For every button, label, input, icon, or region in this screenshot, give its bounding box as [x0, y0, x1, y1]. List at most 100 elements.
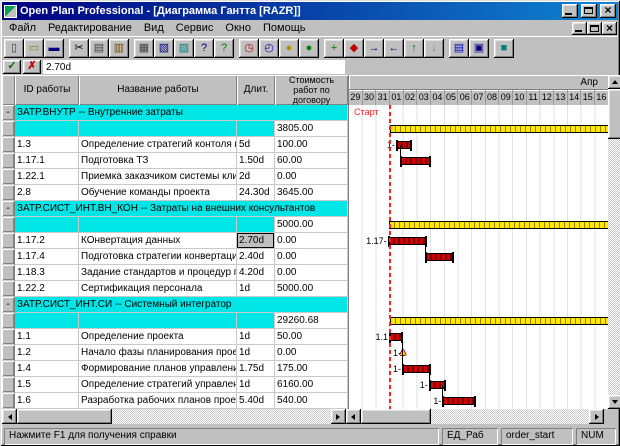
collapse-toggle[interactable]: -	[2, 105, 15, 121]
cell-cost[interactable]: 0.00	[275, 265, 348, 281]
cell-cost[interactable]: 5000.00	[275, 281, 348, 297]
cell-duration[interactable]: 5d	[237, 137, 275, 153]
cell-cost[interactable]: 0.00	[275, 345, 348, 361]
cell-cost[interactable]: 3805.00	[275, 121, 348, 137]
cell-cost[interactable]: 0.00	[275, 169, 348, 185]
cell-cost[interactable]: 175.00	[275, 361, 348, 377]
cell-cost[interactable]: 0.00	[275, 233, 348, 249]
column-header-duration[interactable]: Длит.	[237, 75, 275, 105]
toolbar-move-down-button[interactable]: ↓	[424, 39, 444, 58]
toolbar-open-file-button[interactable]: ▭	[24, 39, 44, 58]
toolbar-save-file-button[interactable]: ▬	[44, 39, 64, 58]
cell-duration[interactable]	[237, 313, 275, 329]
cell-name[interactable]	[79, 121, 237, 137]
menu-item-Редактирование[interactable]: Редактирование	[42, 21, 138, 35]
toolbar-paste-button[interactable]: ▥	[109, 39, 129, 58]
scroll-up-button[interactable]	[608, 75, 620, 89]
vertical-scroll-track[interactable]	[608, 89, 620, 395]
toolbar-screen-view-button[interactable]: ▣	[469, 39, 489, 58]
toolbar-move-up-button[interactable]: ↑	[404, 39, 424, 58]
menu-item-Файл[interactable]: Файл	[3, 21, 42, 35]
summary-bar[interactable]	[390, 317, 608, 325]
toolbar-copy-button[interactable]: ▤	[89, 39, 109, 58]
cell-cost[interactable]: 29260.68	[275, 313, 348, 329]
menu-item-Вид[interactable]: Вид	[138, 21, 170, 35]
cell-id[interactable]: 1.22.1	[15, 169, 79, 185]
menu-item-Сервис[interactable]: Сервис	[170, 21, 220, 35]
column-header-cost[interactable]: Стоимость работ по договору	[275, 75, 348, 105]
cell-duration[interactable]	[237, 217, 275, 233]
cell-name[interactable]: Разработка рабочих планов проекта	[79, 393, 237, 409]
column-header-id[interactable]: ID работы	[15, 75, 79, 105]
cell-id[interactable]: 1.22.2	[15, 281, 79, 297]
table-scroll-thumb[interactable]	[17, 409, 112, 424]
cell-id[interactable]: 1.4	[15, 361, 79, 377]
maximize-button[interactable]	[581, 4, 597, 18]
cell-id[interactable]: 1.17.1	[15, 153, 79, 169]
toolbar-new-file-button[interactable]: ▯	[4, 39, 24, 58]
cell-id[interactable]: 2.8	[15, 185, 79, 201]
cell-name[interactable]: Задание стандартов и процедур по д	[79, 265, 237, 281]
cell-id[interactable]: 1.1	[15, 329, 79, 345]
cell-name[interactable]: Определение стратегий контоля и отч	[79, 137, 237, 153]
cell-duration[interactable]: 2.40d	[237, 249, 275, 265]
cell-duration[interactable]: 4.20d	[237, 265, 275, 281]
cell-id[interactable]	[15, 217, 79, 233]
cell-name[interactable]	[79, 313, 237, 329]
cell-id[interactable]: 1.2	[15, 345, 79, 361]
cell-duration[interactable]: 1d	[237, 329, 275, 345]
toolbar-risk-analysis-button[interactable]: ●	[299, 39, 319, 58]
cell-name[interactable]: Начало фазы планирования проекта	[79, 345, 237, 361]
cell-cost[interactable]: 100.00	[275, 137, 348, 153]
cell-id[interactable]: 1.17.2	[15, 233, 79, 249]
cell-cost[interactable]: 540.00	[275, 393, 348, 409]
toolbar-indent-right-button[interactable]: →	[364, 39, 384, 58]
toolbar-outdent-left-button[interactable]: ←	[384, 39, 404, 58]
toolbar-gantt-view-button[interactable]: ▤	[449, 39, 469, 58]
menu-item-Помощь[interactable]: Помощь	[257, 21, 312, 35]
summary-bar[interactable]	[390, 125, 608, 133]
task-bar[interactable]	[403, 365, 430, 373]
toolbar-cost-analysis-button[interactable]: ●	[279, 39, 299, 58]
cell-name[interactable]: КОнвертация данных	[79, 233, 237, 249]
task-bar[interactable]	[389, 237, 426, 245]
toolbar-time-analysis-button[interactable]: ◷	[239, 39, 259, 58]
cell-duration[interactable]: 1.50d	[237, 153, 275, 169]
task-bar[interactable]	[426, 253, 453, 261]
cell-id[interactable]	[15, 313, 79, 329]
gantt-scroll-thumb[interactable]	[361, 409, 431, 424]
toolbar-cut-button[interactable]: ✂	[69, 39, 89, 58]
cell-cost[interactable]: 3645.00	[275, 185, 348, 201]
toolbar-print-preview-button[interactable]: ▧	[154, 39, 174, 58]
task-bar[interactable]	[397, 141, 411, 149]
cell-name[interactable]: Определение проекта	[79, 329, 237, 345]
cell-id[interactable]: 1.18.3	[15, 265, 79, 281]
cell-cost[interactable]: 6160.00	[275, 377, 348, 393]
cancel-edit-button[interactable]	[23, 60, 41, 74]
gantt-scroll-track[interactable]	[361, 409, 589, 424]
toolbar-add-activity-button[interactable]: +	[324, 39, 344, 58]
child-close-button[interactable]	[602, 22, 617, 35]
cell-edit-input[interactable]	[43, 60, 345, 74]
cell-id[interactable]: 1.17.4	[15, 249, 79, 265]
toolbar-link-activities-button[interactable]: ◆	[344, 39, 364, 58]
cell-name[interactable]: Обучение команды проекта	[79, 185, 237, 201]
cell-name[interactable]	[79, 217, 237, 233]
cell-id[interactable]: 1.6	[15, 393, 79, 409]
cell-cost[interactable]: 60.00	[275, 153, 348, 169]
toolbar-window-layout-button[interactable]: ■	[494, 39, 514, 58]
task-bar[interactable]	[390, 333, 402, 341]
column-header-name[interactable]: Название работы	[79, 75, 237, 105]
cell-name[interactable]: Формирование планов управления	[79, 361, 237, 377]
gantt-scroll-right-button[interactable]	[589, 409, 604, 424]
menu-item-Окно[interactable]: Окно	[219, 21, 257, 35]
cell-duration[interactable]: 1d	[237, 281, 275, 297]
toolbar-resource-analysis-button[interactable]: ◴	[259, 39, 279, 58]
cell-name[interactable]: Определение стратегий управления	[79, 377, 237, 393]
table-scroll-left-button[interactable]	[2, 409, 17, 424]
child-restore-button[interactable]	[587, 22, 602, 35]
cell-duration[interactable]: 1d	[237, 345, 275, 361]
task-bar[interactable]	[443, 397, 474, 405]
toolbar-spreadsheet-button[interactable]: ▨	[174, 39, 194, 58]
toolbar-help-button[interactable]: ?	[194, 39, 214, 58]
